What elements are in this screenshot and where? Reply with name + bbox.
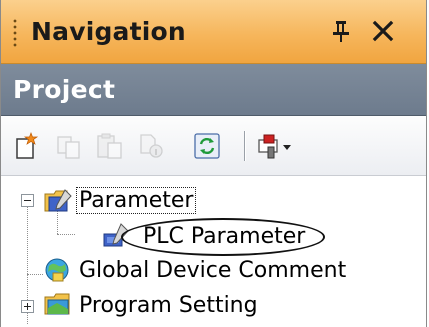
project-title: Project [13,75,116,104]
drag-grip[interactable] [13,18,17,48]
parameter-folder-icon [43,186,72,214]
pin-icon [333,21,349,42]
toolbar-separator [244,131,246,161]
program-setting-folder-icon [43,290,71,318]
tree-item-label: Program Setting [79,292,258,318]
navigation-title: Navigation [31,17,186,46]
collapse-toggle[interactable] [21,194,34,207]
tree-connector [27,274,43,275]
close-icon [372,20,394,42]
tree-item-program-setting[interactable]: Program Setting [77,289,260,321]
highlight-circle [121,218,325,256]
pin-button[interactable] [327,14,355,48]
paste-button[interactable] [94,130,126,162]
copy-button[interactable] [53,130,85,162]
properties-icon [140,134,163,158]
tree-item-global-device-comment[interactable]: Global Device Comment [77,254,348,286]
new-data-button[interactable] [11,130,43,162]
close-button[interactable] [369,14,397,48]
global-device-comment-icon [43,256,71,284]
paste-icon [97,133,122,159]
expand-toggle[interactable] [21,300,34,313]
tool-dropdown-icon [258,134,291,159]
copy-icon [57,136,80,159]
tree-connector [57,234,75,235]
tree-item-parameter[interactable]: Parameter [75,184,197,216]
properties-button[interactable] [135,130,167,162]
new-data-icon [16,132,39,159]
tree-item-label: Parameter [75,186,197,214]
refresh-icon [194,133,220,159]
tool-dropdown-button[interactable] [255,130,295,162]
refresh-button[interactable] [191,130,223,162]
tree-item-label: Global Device Comment [79,257,347,283]
navigation-panel: Navigation Project Parameter PLC Paramet… [0,0,427,327]
